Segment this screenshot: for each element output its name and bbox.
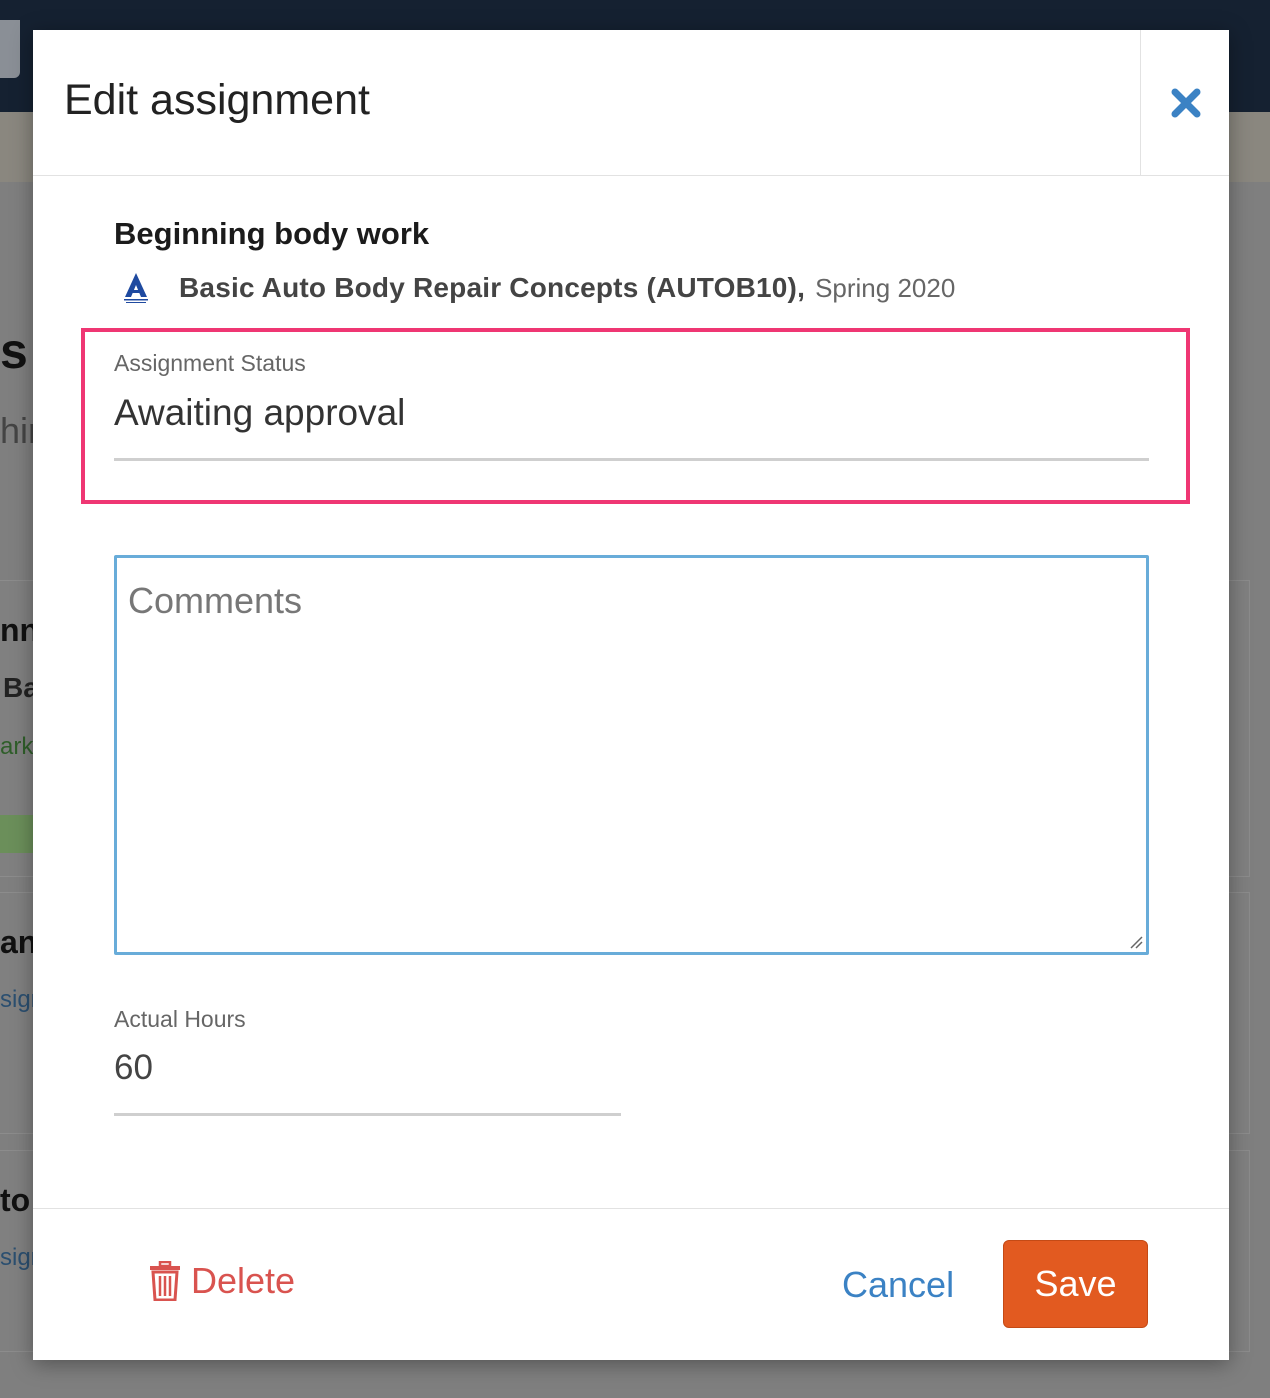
close-icon: [1171, 88, 1200, 117]
background-card-title-fragment: to: [0, 1182, 31, 1218]
delete-label: Delete: [191, 1260, 296, 1301]
save-button[interactable]: Save: [1003, 1240, 1148, 1328]
college-logo-icon: [124, 273, 148, 303]
modal-header: Edit assignment: [33, 30, 1229, 176]
actual-hours-label: Actual Hours: [114, 1006, 246, 1032]
background-heading-fragment: s: [0, 323, 28, 379]
actual-hours-underline: [114, 1113, 621, 1116]
cancel-button[interactable]: Cancel: [842, 1264, 954, 1306]
close-button[interactable]: [1140, 30, 1230, 175]
background-card-link-fragment: ark: [0, 733, 34, 760]
assignment-status-select[interactable]: Awaiting approval: [114, 392, 405, 434]
background-avatar: [0, 20, 20, 78]
comments-textarea[interactable]: Comments: [114, 555, 1149, 955]
delete-button[interactable]: Delete: [149, 1260, 295, 1302]
actual-hours-input[interactable]: 60: [114, 1048, 153, 1088]
trash-icon: [150, 1261, 180, 1301]
edit-assignment-modal: Edit assignment Beginning body work Basi…: [33, 30, 1229, 1360]
modal-title: Edit assignment: [64, 76, 370, 124]
modal-footer-divider: [33, 1208, 1229, 1209]
course-term: Spring 2020: [815, 272, 956, 303]
assignment-status-label: Assignment Status: [114, 350, 306, 376]
course-info: Basic Auto Body Repair Concepts (AUTOB10…: [121, 268, 955, 308]
resize-grip-icon[interactable]: [1129, 935, 1143, 949]
comments-placeholder: Comments: [128, 580, 303, 621]
course-name: Basic Auto Body Repair Concepts (AUTOB10…: [179, 272, 806, 303]
assignment-status-underline: [114, 458, 1149, 461]
assignment-title: Beginning body work: [114, 216, 430, 251]
background-progress-bar: [0, 815, 34, 853]
